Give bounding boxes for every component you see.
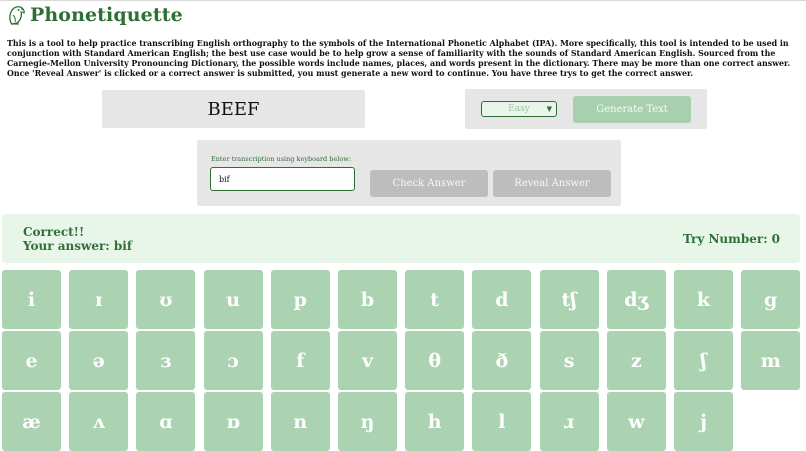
- ipa-key[interactable]: m: [741, 331, 801, 390]
- chevron-down-icon: ▼: [546, 105, 552, 113]
- result-banner: Correct!! Your answer: bif Try Number: 0: [2, 214, 800, 263]
- parrot-logo-icon: [9, 6, 25, 25]
- ipa-key[interactable]: z: [606, 331, 666, 390]
- app-header: Phonetiquette: [6, 2, 183, 28]
- ipa-key[interactable]: æ: [2, 392, 61, 451]
- description-text: This is a tool to help practice transcri…: [7, 39, 791, 78]
- ipa-key[interactable]: v: [338, 331, 397, 390]
- difficulty-value: Easy: [508, 104, 530, 114]
- generate-panel: Easy ▼ Generate Text: [465, 89, 707, 129]
- ipa-key[interactable]: ə: [69, 331, 129, 390]
- result-status: Correct!!: [23, 225, 85, 239]
- try-counter: Try Number: 0: [683, 232, 780, 246]
- ipa-key[interactable]: t: [405, 270, 465, 329]
- ipa-key[interactable]: n: [270, 392, 330, 451]
- ipa-key[interactable]: dʒ: [606, 270, 666, 329]
- ipa-key[interactable]: ɔ: [203, 331, 263, 390]
- ipa-key[interactable]: k: [674, 270, 733, 329]
- ipa-key[interactable]: j: [674, 392, 733, 451]
- try-label: Try Number:: [682, 232, 768, 246]
- ipa-key[interactable]: i: [2, 270, 61, 329]
- ipa-key[interactable]: e: [2, 331, 61, 390]
- ipa-key[interactable]: l: [472, 392, 532, 451]
- ipa-key[interactable]: ŋ: [338, 392, 397, 451]
- ipa-key[interactable]: u: [203, 270, 263, 329]
- ipa-key[interactable]: s: [539, 331, 599, 390]
- ipa-key[interactable]: ʊ: [136, 270, 196, 329]
- result-your-answer: Your answer: bif: [23, 239, 133, 253]
- try-number: 0: [771, 232, 780, 246]
- ipa-key[interactable]: ɒ: [203, 392, 263, 451]
- ipa-key[interactable]: f: [270, 331, 330, 390]
- answer-panel: Enter transcription using keyboard below…: [197, 140, 621, 206]
- ipa-key[interactable]: tʃ: [539, 270, 599, 329]
- ipa-key[interactable]: ɜ: [136, 331, 196, 390]
- generate-text-button[interactable]: Generate Text: [573, 96, 691, 123]
- app-title: Phonetiquette: [30, 4, 183, 26]
- check-answer-button[interactable]: Check Answer: [370, 170, 488, 197]
- ipa-key[interactable]: d: [472, 270, 532, 329]
- ipa-key[interactable]: ʃ: [674, 331, 733, 390]
- ipa-key[interactable]: w: [606, 392, 666, 451]
- ipa-key[interactable]: ð: [472, 331, 532, 390]
- transcription-input[interactable]: bif: [210, 167, 355, 191]
- ipa-key[interactable]: p: [270, 270, 330, 329]
- ipa-key[interactable]: θ: [405, 331, 465, 390]
- ipa-key[interactable]: h: [405, 392, 465, 451]
- ipa-key[interactable]: ɑ: [136, 392, 196, 451]
- reveal-answer-button[interactable]: Reveal Answer: [493, 170, 611, 197]
- transcription-value: bif: [219, 174, 230, 184]
- ipa-key[interactable]: ɪ: [69, 270, 129, 329]
- ipa-key[interactable]: g: [741, 270, 801, 329]
- current-word: BEEF: [102, 90, 365, 128]
- ipa-key[interactable]: ʌ: [69, 392, 129, 451]
- difficulty-select[interactable]: Easy ▼: [481, 101, 557, 117]
- ipa-key[interactable]: ɹ: [539, 392, 599, 451]
- ipa-key[interactable]: b: [338, 270, 397, 329]
- answer-label: Enter transcription using keyboard below…: [211, 155, 352, 163]
